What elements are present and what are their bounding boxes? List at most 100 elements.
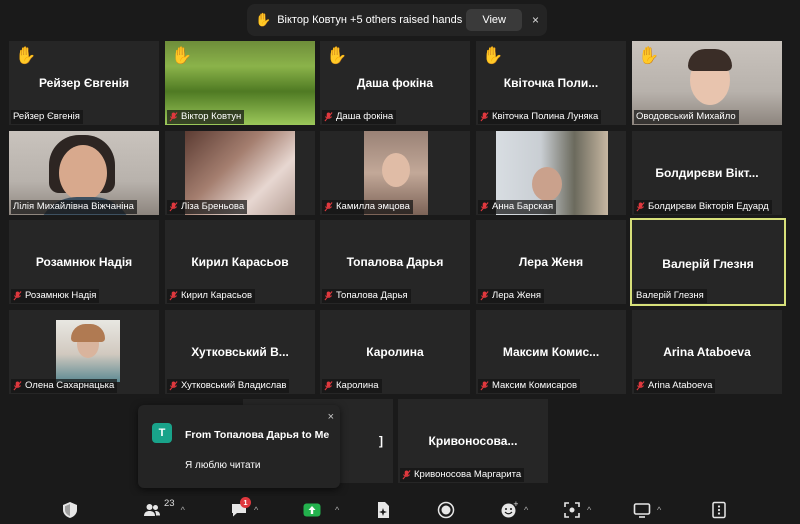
participant-tile[interactable]: Кирил Карасьов Кирил Карасьов xyxy=(165,220,315,304)
participant-label: Arina Ataboeva xyxy=(634,379,716,393)
meeting-toolbar: 23 ^ 1 ^ ^ + ^ ^ ^ xyxy=(0,496,800,524)
participant-name-center: Кирил Карасьов xyxy=(191,255,289,269)
security-button[interactable] xyxy=(61,500,79,520)
chevron-up-icon[interactable]: ^ xyxy=(181,505,185,515)
participant-label: Лілія Михайлівна Віжчаніна xyxy=(11,200,137,214)
participant-label-text: Оводовський Михайло xyxy=(636,111,736,122)
participant-tile[interactable]: ✋ Рейзер Євгенія Рейзер Євгенія xyxy=(9,41,159,125)
participant-name-center: Хутковський В... xyxy=(191,345,289,359)
participant-tile[interactable]: Болдирєви Вікт... Болдирєви Вікторія Еду… xyxy=(632,131,782,215)
close-icon[interactable]: × xyxy=(532,13,539,27)
chevron-up-icon[interactable]: ^ xyxy=(524,505,528,515)
participant-tile-video[interactable]: ✋ Віктор Ковтун xyxy=(165,41,315,125)
face-placeholder xyxy=(382,153,410,187)
chat-notification[interactable]: T From Топалова Дарья to Me Я люблю чита… xyxy=(138,405,340,488)
chat-button[interactable]: 1 ^ xyxy=(230,497,258,520)
participant-label: Камилла эмцова xyxy=(322,200,413,214)
participant-label: Хутковський Владислав xyxy=(167,379,290,393)
chevron-up-icon[interactable]: ^ xyxy=(587,505,591,515)
muted-mic-icon xyxy=(169,291,178,301)
reactions-icon: + xyxy=(501,501,518,518)
muted-mic-icon xyxy=(636,381,645,391)
muted-mic-icon xyxy=(13,381,22,391)
muted-mic-icon xyxy=(636,202,645,212)
muted-mic-icon xyxy=(169,112,178,122)
muted-mic-icon xyxy=(324,112,333,122)
participant-tile[interactable]: Хутковський В... Хутковський Владислав xyxy=(165,310,315,394)
chat-message-text: Я люблю читати xyxy=(185,460,261,471)
muted-mic-icon xyxy=(169,202,178,212)
hair-placeholder xyxy=(688,49,732,71)
share-screen-icon xyxy=(303,503,321,517)
participant-name-center: Болдирєви Вікт... xyxy=(655,166,759,180)
participant-tile-video[interactable]: Олена Сахарнацька xyxy=(9,310,159,394)
participant-label-text: Валерій Глезня xyxy=(636,290,704,301)
participant-label: Розамнюк Надія xyxy=(11,289,100,303)
participant-name-center: Даша фокіна xyxy=(356,76,434,90)
participant-label: Віктор Ковтун xyxy=(167,110,245,124)
participant-label-text: Arina Ataboeva xyxy=(648,380,713,391)
raised-hand-icon: ✋ xyxy=(171,46,193,65)
raised-hands-notice: ✋ Віктор Ковтун +5 others raised hands V… xyxy=(247,4,547,36)
participant-tile[interactable]: Максим Комис... Максим Комисаров xyxy=(476,310,626,394)
participant-label-text: Даша фокіна xyxy=(336,111,394,122)
participant-tile[interactable]: ✋ Квіточка Поли... Квіточка Полина Луняк… xyxy=(476,41,626,125)
chevron-up-icon[interactable]: ^ xyxy=(254,505,258,515)
participant-label: Квіточка Полина Луняка xyxy=(478,110,602,124)
participants-icon xyxy=(144,504,160,516)
muted-mic-icon xyxy=(480,202,489,212)
participant-tile-video[interactable]: Анна Барская xyxy=(476,131,626,215)
close-icon[interactable]: × xyxy=(328,411,334,423)
more-button[interactable] xyxy=(710,500,728,520)
chat-sender-line: From Топалова Дарья to Me xyxy=(185,429,330,441)
participant-name-center: Топалова Дарья xyxy=(346,255,444,269)
participant-name-center: Валерій Глезня xyxy=(662,257,754,271)
participant-name-center: Квіточка Поли... xyxy=(503,76,599,90)
muted-mic-icon xyxy=(402,470,411,480)
participant-label-text: Ліза Бреньова xyxy=(181,201,245,212)
raised-hands-text: Віктор Ковтун +5 others raised hands xyxy=(277,14,463,26)
chevron-up-icon[interactable]: ^ xyxy=(335,505,339,515)
participant-tile[interactable]: Розамнюк Надія Розамнюк Надія xyxy=(9,220,159,304)
apps-button[interactable]: ^ xyxy=(563,500,591,520)
muted-mic-icon xyxy=(324,291,333,301)
chevron-up-icon[interactable]: ^ xyxy=(657,505,661,515)
hair-placeholder xyxy=(71,324,105,342)
summary-button[interactable] xyxy=(374,500,392,520)
whiteboard-button[interactable]: ^ xyxy=(633,500,661,520)
participant-label-text: Рейзер Євгенія xyxy=(13,111,80,122)
participant-tile[interactable]: Лера Женя Лера Женя xyxy=(476,220,626,304)
participant-tile[interactable]: ✋ Даша фокіна Даша фокіна xyxy=(320,41,470,125)
participant-tile[interactable]: Топалова Дарья Топалова Дарья xyxy=(320,220,470,304)
face-placeholder xyxy=(59,145,107,201)
view-raised-hands-button[interactable]: View xyxy=(466,9,522,31)
active-speaker-tile[interactable]: Валерій Глезня Валерій Глезня xyxy=(630,218,786,306)
share-screen-button[interactable]: ^ xyxy=(303,500,339,520)
whiteboard-icon xyxy=(633,503,651,518)
raised-hand-icon: ✋ xyxy=(482,46,504,65)
record-button[interactable] xyxy=(437,500,455,520)
participant-name-center: Arina Ataboeva xyxy=(663,345,751,359)
muted-mic-icon xyxy=(169,381,178,391)
participant-tile[interactable]: Arina Ataboeva Arina Ataboeva xyxy=(632,310,782,394)
participant-tile[interactable]: Каролина Каролина xyxy=(320,310,470,394)
participant-label: Даша фокіна xyxy=(322,110,397,124)
participant-label: Анна Барская xyxy=(478,200,557,214)
participants-button[interactable]: 23 ^ xyxy=(143,498,185,520)
chat-sender-avatar: T xyxy=(152,423,172,443)
muted-mic-icon xyxy=(13,291,22,301)
participant-label: Каролина xyxy=(322,379,382,393)
participant-tile-video[interactable]: Камилла эмцова xyxy=(320,131,470,215)
security-icon xyxy=(63,502,77,518)
participant-label: Лера Женя xyxy=(478,289,545,303)
participant-label: Топалова Дарья xyxy=(322,289,411,303)
record-icon xyxy=(437,501,455,519)
reactions-button[interactable]: + ^ xyxy=(500,500,528,520)
participant-tile-video[interactable]: Лілія Михайлівна Віжчаніна xyxy=(9,131,159,215)
participant-tile-video[interactable]: Ліза Бреньова xyxy=(165,131,315,215)
more-icon xyxy=(712,501,726,519)
muted-mic-icon xyxy=(324,381,333,391)
participant-tile[interactable]: Кривоносова... Кривоносова Маргарита xyxy=(398,399,548,483)
participant-tile-video[interactable]: ✋ Оводовський Михайло xyxy=(632,41,782,125)
muted-mic-icon xyxy=(480,112,489,122)
